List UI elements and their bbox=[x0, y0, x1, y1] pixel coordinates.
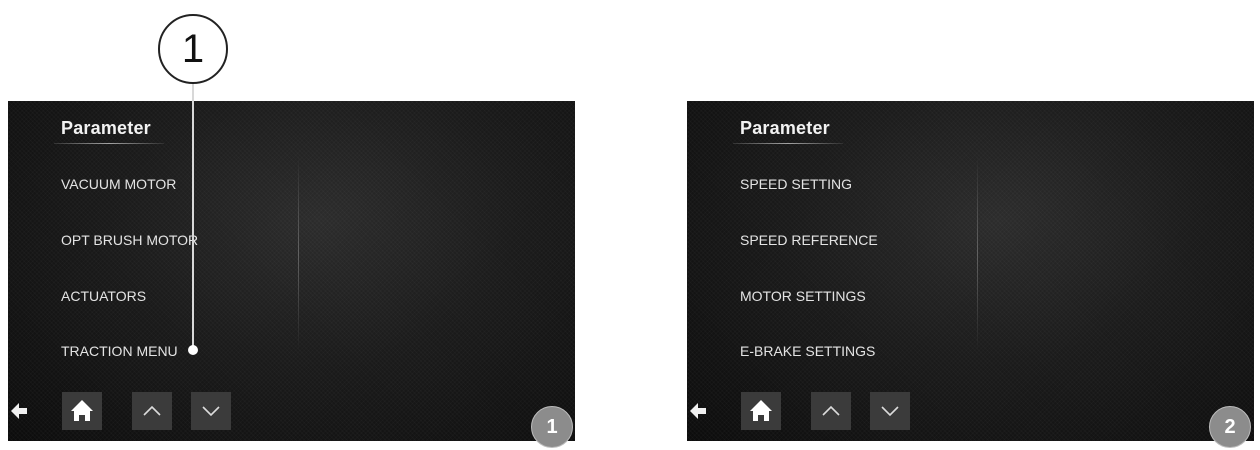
vertical-divider bbox=[298, 156, 299, 351]
menu-item-opt-brush-motor[interactable]: OPT BRUSH MOTOR bbox=[61, 232, 198, 248]
manual-figure: Parameter VACUUM MOTOR OPT BRUSH MOTOR A… bbox=[0, 0, 1260, 450]
parameter-screen-1: Parameter VACUUM MOTOR OPT BRUSH MOTOR A… bbox=[8, 101, 575, 441]
menu-item-e-brake-settings[interactable]: E-BRAKE SETTINGS bbox=[740, 343, 875, 359]
back-arrow-icon bbox=[690, 403, 706, 419]
callout-number: 1 bbox=[158, 14, 228, 84]
page-number-badge: 2 bbox=[1209, 406, 1251, 448]
menu-item-traction-menu[interactable]: TRACTION MENU bbox=[61, 343, 178, 359]
home-button[interactable] bbox=[741, 392, 781, 430]
chevron-up-icon bbox=[822, 405, 840, 416]
scroll-down-button[interactable] bbox=[191, 392, 231, 430]
vertical-divider bbox=[977, 156, 978, 351]
page-title: Parameter bbox=[740, 118, 830, 138]
chevron-down-icon bbox=[881, 406, 899, 417]
parameter-screen-2: Parameter SPEED SETTING SPEED REFERENCE … bbox=[687, 101, 1254, 441]
title-underline bbox=[733, 143, 843, 144]
callout-target-dot bbox=[188, 345, 198, 355]
home-icon bbox=[750, 400, 772, 421]
screen-texture bbox=[8, 101, 575, 441]
scroll-up-button[interactable] bbox=[811, 392, 851, 430]
menu-item-motor-settings[interactable]: MOTOR SETTINGS bbox=[740, 288, 866, 304]
menu-item-vacuum-motor[interactable]: VACUUM MOTOR bbox=[61, 176, 176, 192]
chevron-down-icon bbox=[202, 406, 220, 417]
title-underline bbox=[54, 143, 164, 144]
page-title: Parameter bbox=[61, 118, 151, 138]
menu-item-speed-reference[interactable]: SPEED REFERENCE bbox=[740, 232, 878, 248]
back-button[interactable] bbox=[687, 392, 709, 430]
home-icon bbox=[71, 400, 93, 421]
chevron-up-icon bbox=[143, 405, 161, 416]
menu-item-speed-setting[interactable]: SPEED SETTING bbox=[740, 176, 852, 192]
screen-texture bbox=[687, 101, 1254, 441]
back-arrow-icon bbox=[11, 403, 27, 419]
scroll-up-button[interactable] bbox=[132, 392, 172, 430]
scroll-down-button[interactable] bbox=[870, 392, 910, 430]
menu-item-actuators[interactable]: ACTUATORS bbox=[61, 288, 146, 304]
home-button[interactable] bbox=[62, 392, 102, 430]
back-button[interactable] bbox=[8, 392, 30, 430]
callout-leader-line bbox=[192, 84, 194, 350]
page-number-badge: 1 bbox=[531, 406, 573, 448]
